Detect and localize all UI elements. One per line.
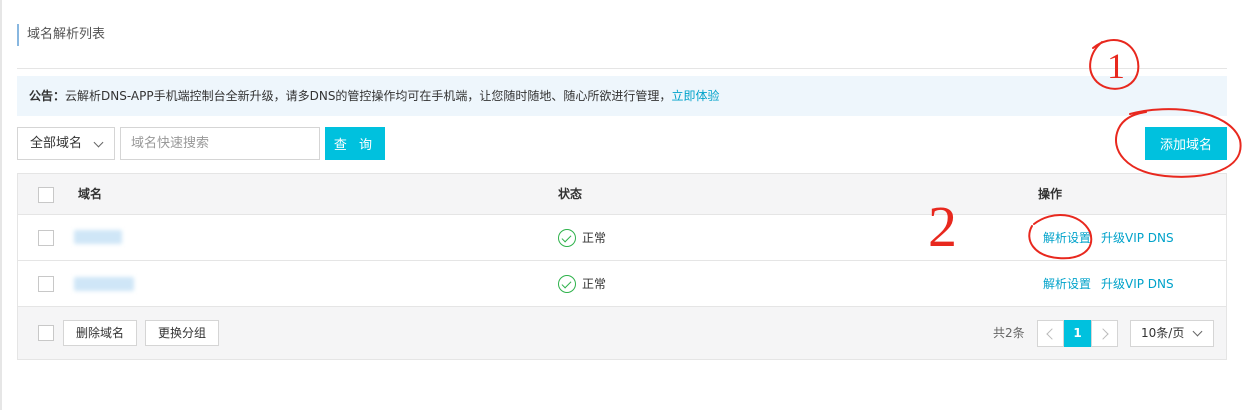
status-text: 正常 — [582, 277, 607, 291]
change-group-button[interactable]: 更换分组 — [145, 320, 220, 346]
title-divider — [17, 68, 1227, 69]
notice-try-link[interactable]: 立即体验 — [671, 89, 719, 103]
check-circle-icon — [558, 275, 576, 293]
domain-filter-select[interactable]: 全部域名 — [17, 127, 115, 160]
table-header: 域名 状态 操作 — [18, 174, 1226, 215]
query-button[interactable]: 查 询 — [325, 127, 385, 160]
row-checkbox[interactable] — [38, 276, 54, 292]
notice-label: 公告： — [29, 89, 66, 103]
delete-domain-button[interactable]: 删除域名 — [63, 320, 138, 346]
chevron-down-icon — [1192, 326, 1203, 337]
page-title: 域名解析列表 — [17, 24, 105, 46]
notice-banner: 公告：云解析DNS-APP手机端控制台全新升级，请多DNS的管控操作均可在手机端… — [17, 76, 1227, 116]
table-footer: 删除域名 更换分组 共2条 1 10条/页 — [18, 307, 1226, 359]
dns-settings-link[interactable]: 解析设置 — [1043, 215, 1091, 261]
column-header-domain: 域名 — [78, 187, 103, 201]
upgrade-vip-link[interactable]: 升级VIP DNS — [1101, 261, 1174, 307]
chevron-left-icon[interactable] — [1037, 320, 1064, 347]
dns-settings-link[interactable]: 解析设置 — [1043, 261, 1091, 307]
table-row: 正常 解析设置 升级VIP DNS — [18, 215, 1226, 261]
notice-text: 云解析DNS-APP手机端控制台全新升级，请多DNS的管控操作均可在手机端，让您… — [65, 89, 672, 103]
upgrade-vip-link[interactable]: 升级VIP DNS — [1101, 215, 1174, 261]
left-edge-divider — [0, 0, 2, 410]
total-count: 共2条 — [993, 326, 1025, 340]
page-size-select[interactable]: 10条/页 — [1130, 320, 1214, 347]
domain-name-redacted[interactable] — [74, 230, 122, 244]
check-circle-icon — [558, 229, 576, 247]
footer-select-checkbox[interactable] — [38, 325, 54, 341]
add-domain-button[interactable]: 添加域名 — [1145, 127, 1227, 160]
chevron-down-icon — [93, 137, 104, 148]
domain-name-redacted[interactable] — [74, 277, 134, 291]
table-row: 正常 解析设置 升级VIP DNS — [18, 261, 1226, 307]
column-header-ops: 操作 — [1038, 187, 1063, 201]
row-checkbox[interactable] — [38, 230, 54, 246]
select-all-checkbox[interactable] — [38, 187, 54, 203]
status-text: 正常 — [582, 231, 607, 245]
domain-filter-value: 全部域名 — [30, 136, 83, 151]
page-size-value: 10条/页 — [1141, 326, 1185, 340]
domain-search-input[interactable] — [120, 127, 320, 160]
column-header-status: 状态 — [558, 187, 583, 201]
chevron-right-icon[interactable] — [1091, 320, 1118, 347]
domain-table: 域名 状态 操作 正常 解析设置 升级VIP DNS 正常 解析设置 升级VIP… — [17, 173, 1227, 360]
current-page-button[interactable]: 1 — [1064, 320, 1091, 347]
